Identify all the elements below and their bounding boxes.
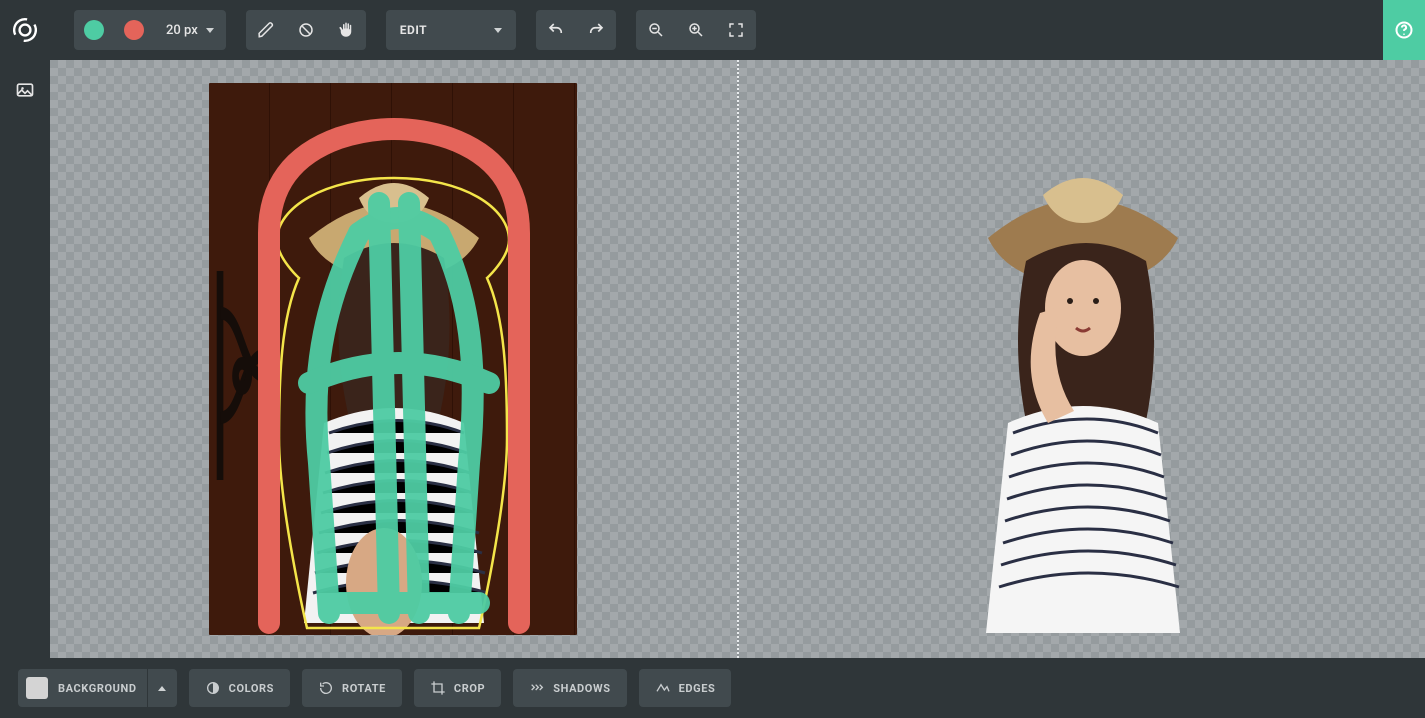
draw-tool-button[interactable] — [246, 10, 286, 50]
erase-circle-icon — [297, 21, 315, 39]
edit-mode-label: EDIT — [400, 23, 427, 37]
crop-icon — [430, 680, 446, 696]
shadows-button[interactable]: SHADOWS — [513, 669, 626, 707]
cutout-subject — [898, 83, 1266, 635]
colors-button[interactable]: COLORS — [189, 669, 290, 707]
mask-overlay — [209, 83, 577, 635]
chevron-down-icon — [494, 28, 502, 33]
zoom-out-button[interactable] — [636, 10, 676, 50]
background-caret-button[interactable] — [147, 669, 177, 707]
hand-icon — [337, 21, 355, 39]
rotate-icon — [318, 680, 334, 696]
history-group — [536, 10, 616, 50]
result-canvas — [898, 83, 1266, 635]
zoom-in-icon — [687, 21, 705, 39]
bottom-toolbar: BACKGROUND COLORS ROTATE CROP SHADOWS — [0, 658, 1425, 718]
brush-size-dropdown[interactable]: 20 px — [154, 10, 226, 50]
brush-size-value: 20 px — [166, 23, 198, 38]
fit-screen-button[interactable] — [716, 10, 756, 50]
colors-icon — [205, 680, 221, 696]
rotate-label: ROTATE — [342, 682, 386, 695]
pencil-icon — [257, 21, 275, 39]
shadows-icon — [529, 680, 545, 696]
chevron-up-icon — [158, 686, 166, 691]
colors-label: COLORS — [229, 682, 274, 695]
top-toolbar: 20 px EDIT — [0, 0, 1425, 60]
clipping-logo-icon — [12, 17, 38, 43]
main-area — [0, 60, 1425, 658]
image-library-button[interactable] — [9, 74, 41, 106]
chevron-down-icon — [206, 28, 214, 33]
zoom-group — [636, 10, 756, 50]
image-icon — [15, 80, 35, 100]
help-button[interactable] — [1383, 0, 1425, 60]
edit-mode-dropdown[interactable]: EDIT — [386, 10, 516, 50]
background-picker: BACKGROUND — [18, 669, 177, 707]
help-icon — [1394, 20, 1414, 40]
undo-icon — [547, 21, 565, 39]
keep-dot-icon — [84, 20, 104, 40]
preview-pane[interactable] — [739, 60, 1425, 658]
remove-marker-button[interactable] — [114, 10, 154, 50]
redo-button[interactable] — [576, 10, 616, 50]
shadows-label: SHADOWS — [553, 682, 610, 695]
source-pane[interactable] — [50, 60, 737, 658]
rotate-button[interactable]: ROTATE — [302, 669, 402, 707]
app-logo — [0, 0, 50, 60]
keep-marker-button[interactable] — [74, 10, 114, 50]
remove-dot-icon — [124, 20, 144, 40]
tool-mode-group — [246, 10, 366, 50]
crop-label: CROP — [454, 682, 485, 695]
workspace — [50, 60, 1425, 658]
erase-tool-button[interactable] — [286, 10, 326, 50]
pan-tool-button[interactable] — [326, 10, 366, 50]
background-button[interactable]: BACKGROUND — [18, 677, 147, 699]
left-rail — [0, 60, 50, 658]
undo-button[interactable] — [536, 10, 576, 50]
redo-icon — [587, 21, 605, 39]
zoom-in-button[interactable] — [676, 10, 716, 50]
crop-button[interactable]: CROP — [414, 669, 501, 707]
background-label: BACKGROUND — [58, 682, 147, 695]
background-swatch — [26, 677, 48, 699]
edges-label: EDGES — [679, 682, 716, 695]
edges-icon — [655, 680, 671, 696]
marker-group: 20 px — [74, 10, 226, 50]
edges-button[interactable]: EDGES — [639, 669, 732, 707]
zoom-out-icon — [647, 21, 665, 39]
fullscreen-icon — [727, 21, 745, 39]
source-canvas — [209, 83, 577, 635]
